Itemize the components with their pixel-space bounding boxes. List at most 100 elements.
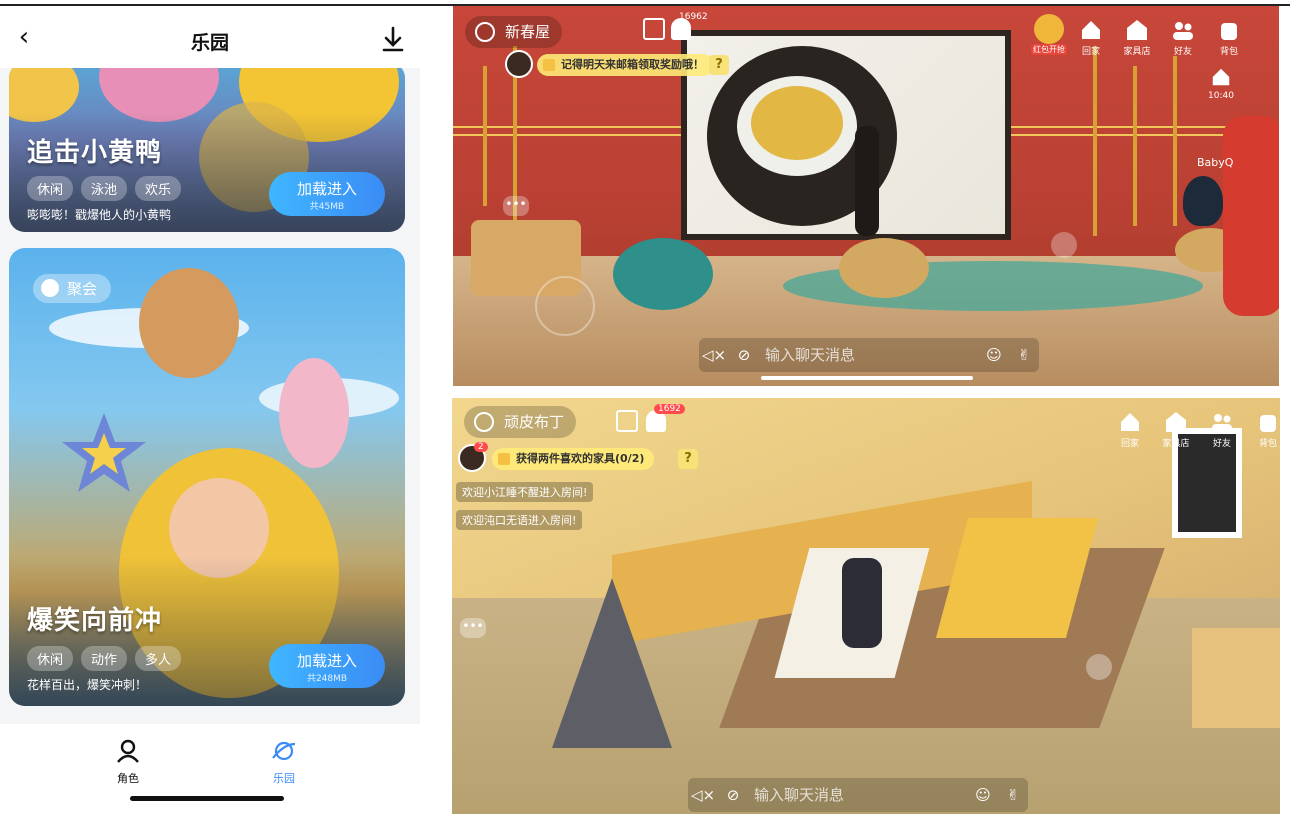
bunny-character-art [279,358,349,468]
help-icon[interactable]: ? [678,449,698,469]
gesture-icon[interactable]: ✌ [1009,346,1039,364]
top-menu: 回家 家具店 好友 背包 [1112,410,1280,449]
tag: 泳池 [81,176,128,201]
tab-role[interactable]: 角色 [88,738,168,786]
welcome-message: 欢迎沌口无语进入房间! [456,510,583,530]
document-icon[interactable] [643,18,665,40]
backpack-icon [1260,415,1276,432]
screenshot-collage: ‹ 乐园 追击小黄鸭 休闲 泳池 欢乐 嘭嘭嘭！戳爆他人的小黄鸭 加载进入 共4… [0,0,1290,814]
menu-furniture-shop[interactable]: 家具店 [1158,410,1194,449]
home-indicator [130,796,284,801]
joystick[interactable] [535,276,595,336]
penguin-npc [1183,176,1223,226]
tv-screen [681,30,1011,240]
menu-furniture-shop[interactable]: 家具店 [1119,18,1155,57]
tag: 动作 [81,646,128,671]
tag: 欢乐 [135,176,182,201]
menu-home[interactable]: 回家 [1073,18,1109,57]
avatar-badge: 2 [474,442,488,452]
menu-home[interactable]: 回家 [1112,410,1148,449]
download-icon[interactable] [380,24,406,54]
room-name-pill[interactable]: 新春屋 [465,16,563,48]
top-menu: 回家 家具店 好友 背包 [1073,18,1247,57]
notification-count: 1692 [654,404,685,414]
backpack-icon [1221,23,1237,40]
speaker-muted-icon[interactable]: ◁× [688,786,718,804]
chat-bar: ◁× ⊘ 输入聊天消息 ☺ ✌ [688,778,1028,812]
chat-input[interactable]: 输入聊天消息 [759,341,959,369]
chat-bubble-icon[interactable]: ••• [503,196,529,216]
game-tags: 休闲 泳池 欢乐 [27,176,182,201]
game-screenshot-newyear-room: 新春屋 16962 记得明天来邮箱领取奖励哦！ ? 红包开抢 回家 家具店 好友… [453,6,1279,386]
game-title: 追击小黄鸭 [27,138,163,168]
game-card-rush[interactable]: 聚会 爆笑向前冲 休闲 动作 多人 花样百出，爆笑冲刺！ 加载进入 共248MB [9,248,405,706]
sit-action-icon[interactable] [1051,232,1077,258]
mic-off-icon[interactable]: ⊘ [729,346,759,364]
person-icon [117,739,139,763]
menu-backpack[interactable]: 背包 [1211,18,1247,57]
mic-off-icon[interactable]: ⊘ [718,786,748,804]
party-icon [41,279,59,297]
menu-friends[interactable]: 好友 [1204,410,1240,449]
dresser [1192,628,1280,728]
welcome-message: 欢迎小江睡不醒进入房间! [456,482,594,502]
task-banner[interactable]: 获得两件喜欢的家具(0/2) [492,448,655,470]
tag: 休闲 [27,176,74,201]
friends-icon [1173,22,1193,40]
menu-friends[interactable]: 好友 [1165,18,1201,57]
planet-icon [272,741,296,761]
chat-bar: ◁× ⊘ 输入聊天消息 ☺ ✌ [699,338,1039,372]
gesture-icon[interactable]: ✌ [998,786,1028,804]
house-icon [1082,21,1100,39]
game-description: 花样百出，爆笑冲刺！ [27,678,148,692]
red-envelope-icon [1034,14,1064,44]
game-screenshot-kids-room: 顽皮布丁 1692 2 获得两件喜欢的家具(0/2) ? 欢迎小江睡不醒进入房间… [452,398,1280,814]
game-description: 嘭嘭嘭！戳爆他人的小黄鸭 [27,208,172,222]
game-card-duck[interactable]: 追击小黄鸭 休闲 泳池 欢乐 嘭嘭嘭！戳爆他人的小黄鸭 加载进入 共45MB [9,62,405,232]
help-icon[interactable]: ? [709,55,729,75]
paradise-screen: ‹ 乐园 追击小黄鸭 休闲 泳池 欢乐 嘭嘭嘭！戳爆他人的小黄鸭 加载进入 共4… [0,6,420,814]
game-tags: 休闲 动作 多人 [27,646,182,671]
chat-bubble-icon[interactable]: ••• [460,618,486,638]
house-icon [1121,413,1139,431]
tag: 休闲 [27,646,74,671]
room-name-pill[interactable]: 顽皮布丁 [464,406,577,438]
side-home-button[interactable]: 10:40 [1201,66,1241,101]
menu-backpack[interactable]: 背包 [1250,410,1280,449]
load-enter-button[interactable]: 加载进入 共248MB [269,644,385,688]
game-title: 爆笑向前冲 [27,606,163,636]
house-icon [1212,68,1230,86]
stool [613,238,713,310]
home-indicator [761,376,973,380]
star-art [62,413,146,492]
player-avatar [842,558,882,648]
npc-name: BabyQ [1197,156,1234,169]
task-icon [498,453,510,465]
document-icon[interactable] [616,410,638,432]
tab-paradise[interactable]: 乐园 [244,738,324,786]
giraffe-character-art [139,268,239,378]
shop-icon [1127,20,1147,40]
speaker-muted-icon[interactable]: ◁× [699,346,729,364]
emoji-icon[interactable]: ☺ [979,346,1009,364]
party-badge: 聚会 [33,274,112,303]
bear-icon [474,412,494,432]
task-icon [543,59,555,71]
player-avatar [855,126,879,236]
tag: 多人 [135,646,182,671]
bear-icon [475,22,495,42]
emoji-icon[interactable]: ☺ [968,786,998,804]
shop-icon [1166,412,1186,432]
nav-bar: ‹ 乐园 [0,6,420,68]
task-banner[interactable]: 记得明天来邮箱领取奖励哦！ [537,54,714,76]
friends-icon [1212,414,1232,432]
page-title: 乐园 [190,32,229,54]
chat-input[interactable]: 输入聊天消息 [748,781,948,809]
notification-count: 16962 [679,12,708,22]
stool [839,238,929,298]
avatar[interactable] [505,50,533,78]
red-envelope-event[interactable]: 红包开抢 [1029,14,1069,55]
mascot-npc [1223,116,1279,316]
sit-action-icon[interactable] [1086,654,1112,680]
load-enter-button[interactable]: 加载进入 共45MB [269,172,385,216]
